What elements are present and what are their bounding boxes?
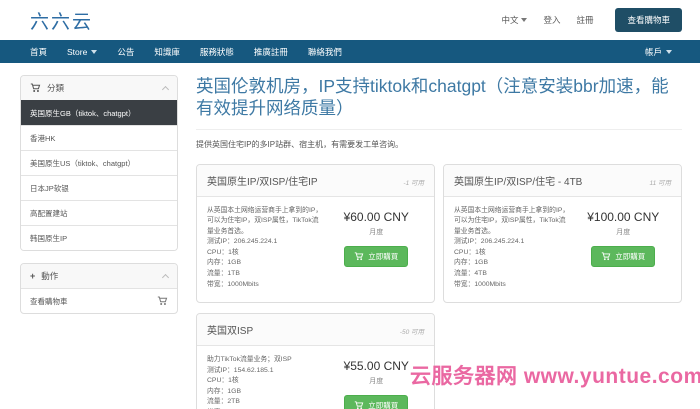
page-subtitle: 提供英国住宅IP的多IP站群、宿主机，有需要发工单咨询。 (196, 139, 682, 150)
chevron-down-icon (666, 50, 672, 54)
product-description: 从英国本土网络运营商手上拿到的IP，可以为住宅IP，双ISP属性，TikTok流… (454, 206, 576, 290)
page: 六六云 中文 登入 註冊 查看購物車 首頁 Store 公告 知識庫 服務狀態 … (0, 0, 700, 409)
product-description: 助力TikTok流量业务；双ISP 测试IP：154.62.185.1 CPU：… (207, 355, 329, 409)
nav-item-store[interactable]: Store (57, 40, 107, 63)
product-name: 英国双ISP (207, 322, 253, 337)
product-card-uk-native-4tb: 英国原生IP/双ISP/住宅 - 4TB 11 可用 从英国本土网络运营商手上拿… (443, 164, 682, 303)
categories-panel-header[interactable]: 分類 (21, 76, 177, 100)
chevron-up-icon (162, 273, 169, 280)
register-link[interactable]: 註冊 (576, 14, 593, 26)
content-area: 分類 英国原生GB（tiktok、chatgpt） 香港HK 美国原生US（ti… (0, 63, 700, 409)
sidebar-item-japan-softbank[interactable]: 日本JP软银 (21, 175, 177, 200)
nav-item-home[interactable]: 首頁 (20, 40, 57, 63)
cart-icon (354, 252, 364, 261)
nav-item-network-status[interactable]: 服務狀態 (190, 40, 244, 63)
categories-panel-title: 分類 (47, 82, 64, 94)
main-navbar: 首頁 Store 公告 知識庫 服務狀態 推廣註冊 聯絡我們 帳戶 (0, 40, 700, 63)
cart-icon (354, 401, 364, 409)
language-selector[interactable]: 中文 (501, 14, 527, 26)
product-card-uk-dual-isp: 英国双ISP -50 可用 助力TikTok流量业务；双ISP 测试IP：154… (196, 313, 435, 409)
actions-panel-header[interactable]: + 動作 (21, 264, 177, 288)
order-button[interactable]: 立即購買 (344, 395, 408, 409)
availability-badge: -50 可用 (400, 326, 424, 336)
cart-icon (30, 83, 41, 93)
nav-item-contact[interactable]: 聯絡我們 (298, 40, 352, 63)
sidebar-item-korea-native[interactable]: 韩国原生IP (21, 225, 177, 250)
actions-panel: + 動作 查看購物車 (20, 263, 178, 314)
billing-cycle: 月度 (329, 227, 424, 237)
product-price: ¥60.00 CNY (329, 210, 424, 224)
chevron-down-icon (91, 50, 97, 54)
chevron-up-icon (162, 85, 169, 92)
top-header: 六六云 中文 登入 註冊 查看購物車 (0, 0, 700, 40)
sidebar-view-cart[interactable]: 查看購物車 (21, 288, 177, 313)
product-name: 英国原生IP/双ISP/住宅IP (207, 173, 318, 188)
sidebar-item-hongkong-hk[interactable]: 香港HK (21, 125, 177, 150)
main-column: 英国伦敦机房，IP支持tiktok和chatgpt（注意安装bbr加速，能有效提… (196, 75, 682, 409)
product-price: ¥100.00 CNY (576, 210, 671, 224)
sidebar-item-high-config[interactable]: 高配置建站 (21, 200, 177, 225)
cart-icon (157, 296, 168, 306)
view-cart-button[interactable]: 查看購物車 (615, 8, 682, 32)
availability-badge: -1 可用 (403, 177, 424, 187)
page-title: 英国伦敦机房，IP支持tiktok和chatgpt（注意安装bbr加速，能有效提… (196, 75, 682, 130)
watermark: 云服务器网 www.yuntue.com (410, 360, 700, 390)
availability-badge: 11 可用 (649, 177, 671, 187)
language-label: 中文 (501, 14, 518, 26)
sidebar: 分類 英国原生GB（tiktok、chatgpt） 香港HK 美国原生US（ti… (20, 75, 178, 409)
plus-icon: + (30, 271, 35, 281)
nav-item-announcements[interactable]: 公告 (107, 40, 144, 63)
site-logo[interactable]: 六六云 (30, 7, 93, 34)
product-description: 从英国本土网络运营商手上拿到的IP，可以为住宅IP，双ISP属性，TikTok流… (207, 206, 329, 290)
sidebar-item-us-native[interactable]: 美国原生US（tiktok、chatgpt） (21, 150, 177, 175)
categories-panel: 分類 英国原生GB（tiktok、chatgpt） 香港HK 美国原生US（ti… (20, 75, 178, 251)
billing-cycle: 月度 (576, 227, 671, 237)
login-link[interactable]: 登入 (543, 14, 560, 26)
product-card-uk-native-residential: 英国原生IP/双ISP/住宅IP -1 可用 从英国本土网络运营商手上拿到的IP… (196, 164, 435, 303)
sidebar-item-uk-native-gb[interactable]: 英国原生GB（tiktok、chatgpt） (21, 100, 177, 125)
order-button[interactable]: 立即購買 (344, 246, 408, 267)
actions-panel-title: 動作 (41, 270, 58, 282)
sidebar-view-cart-label: 查看購物車 (30, 296, 68, 307)
account-menu[interactable]: 帳戶 (635, 40, 682, 63)
chevron-down-icon (521, 18, 527, 22)
nav-item-affiliates[interactable]: 推廣註冊 (244, 40, 298, 63)
product-name: 英国原生IP/双ISP/住宅 - 4TB (454, 173, 582, 188)
nav-item-knowledgebase[interactable]: 知識庫 (144, 40, 190, 63)
top-right-links: 中文 登入 註冊 查看購物車 (501, 8, 682, 32)
order-button[interactable]: 立即購買 (591, 246, 655, 267)
cart-icon (601, 252, 611, 261)
